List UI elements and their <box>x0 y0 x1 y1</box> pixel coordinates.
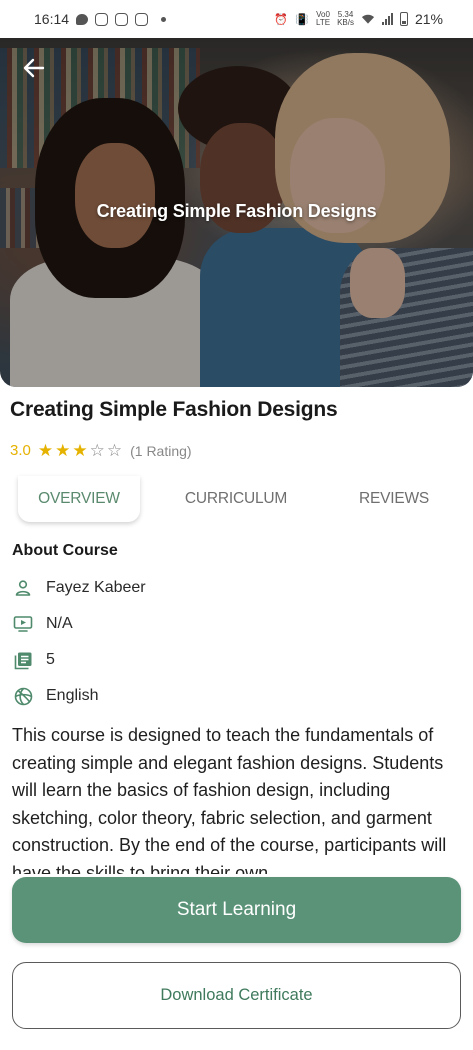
rating-count: (1 Rating) <box>130 442 192 459</box>
course-rating: 3.0 ★ ★ ★ ☆ ☆ (1 Rating) <box>10 442 192 459</box>
star-empty-icon: ☆ <box>89 441 105 460</box>
instagram-notification-icon <box>95 12 109 26</box>
lte-indicator: Vo0 LTE <box>316 11 330 27</box>
tab-curriculum[interactable]: CURRICULUM <box>164 476 308 522</box>
lessons-row: 5 <box>12 649 55 671</box>
back-button[interactable] <box>20 54 48 82</box>
lessons-count: 5 <box>46 651 55 668</box>
course-title: Creating Simple Fashion Designs <box>10 398 338 421</box>
star-filled-icon: ★ <box>72 441 88 460</box>
status-time: 16:14 <box>34 11 70 27</box>
star-filled-icon: ★ <box>37 441 54 460</box>
instagram-notification-icon-2 <box>115 12 129 26</box>
battery-icon <box>399 12 408 26</box>
start-learning-button[interactable]: Start Learning <box>12 877 461 943</box>
duration-row: N/A <box>12 613 73 635</box>
course-description: This course is designed to teach the fun… <box>12 725 447 874</box>
vibrate-icon: 📳 <box>295 13 309 26</box>
language-row: English <box>12 685 98 707</box>
star-filled-icon: ★ <box>55 441 71 460</box>
lte-bottom: LTE <box>315 18 331 27</box>
about-course-heading: About Course <box>12 542 118 559</box>
download-certificate-button[interactable]: Download Certificate <box>12 962 461 1029</box>
course-hero-image: Creating Simple Fashion Designs <box>0 38 473 387</box>
status-left: 16:14 <box>34 11 167 27</box>
app-notification-icon <box>135 12 149 26</box>
wifi-icon <box>361 12 375 26</box>
hero-title: Creating Simple Fashion Designs <box>96 201 377 221</box>
language-icon <box>12 685 34 707</box>
tab-reviews[interactable]: REVIEWS <box>330 476 458 522</box>
instructor-name: Fayez Kabeer <box>46 579 146 596</box>
person-icon <box>12 577 34 599</box>
message-notification-icon <box>76 13 89 25</box>
alarm-icon: ⏰ <box>274 13 288 26</box>
network-speed-unit: KB/s <box>337 18 354 27</box>
tab-overview[interactable]: OVERVIEW <box>18 476 140 522</box>
signal-icon <box>381 13 393 25</box>
duration-value: N/A <box>46 615 73 632</box>
language-value: English <box>46 687 99 704</box>
status-bar: 16:14 ⏰ 📳 Vo0 LTE 5.34 KB/s 21% <box>0 0 473 38</box>
instructor-row: Fayez Kabeer <box>12 577 146 599</box>
network-speed: 5.34 KB/s <box>337 11 354 27</box>
status-right: ⏰ 📳 Vo0 LTE 5.34 KB/s 21% <box>274 11 443 28</box>
video-icon <box>12 613 34 635</box>
lessons-icon <box>12 649 34 671</box>
more-notifications-icon <box>161 16 167 22</box>
star-empty-icon: ☆ <box>106 441 123 460</box>
course-tabs: OVERVIEW CURRICULUM REVIEWS <box>0 476 473 522</box>
rating-value: 3.0 <box>10 442 31 459</box>
battery-percent: 21% <box>414 11 443 27</box>
arrow-left-icon <box>23 58 45 78</box>
